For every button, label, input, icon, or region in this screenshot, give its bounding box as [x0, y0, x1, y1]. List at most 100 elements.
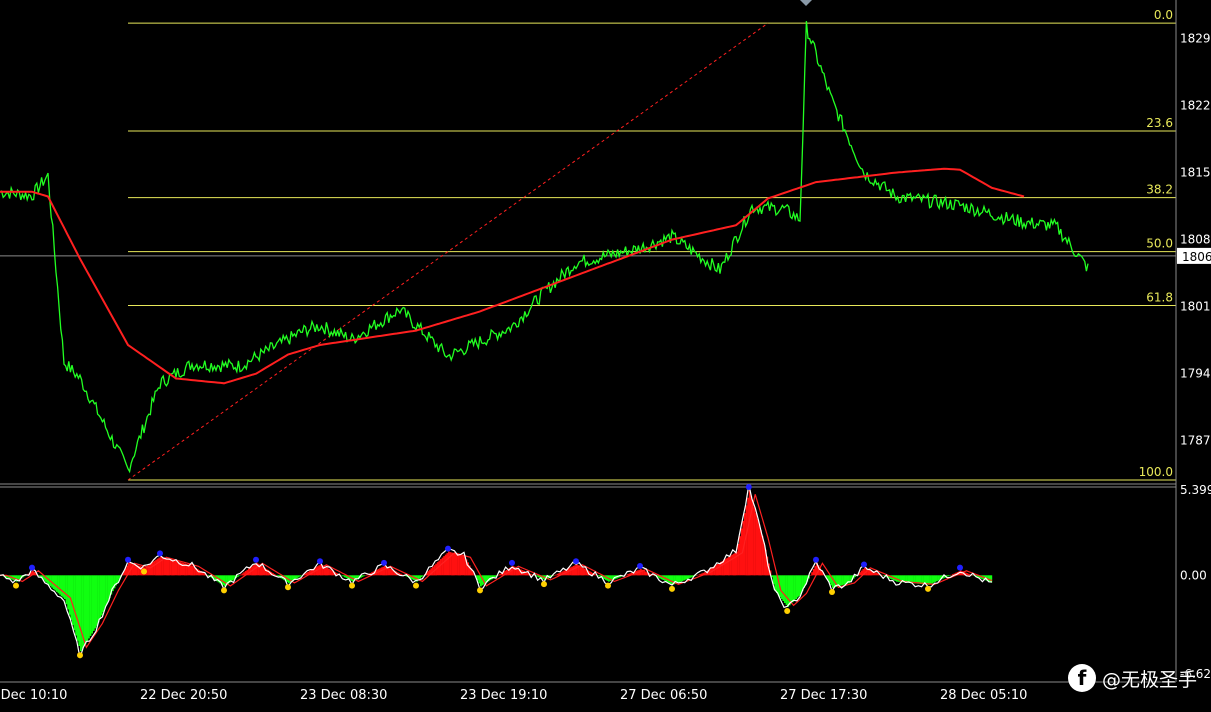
- oscillator-bar: [387, 567, 389, 576]
- oscillator-bar: [814, 565, 817, 576]
- oscillator-bar: [88, 575, 90, 639]
- price-axis-tick-label: 1794: [1180, 367, 1211, 381]
- oscillator-bar: [380, 567, 383, 576]
- oscillator-bar: [737, 543, 740, 576]
- oscillator-bar: [793, 575, 796, 601]
- oscillator-bar: [681, 575, 684, 581]
- oscillator-bar: [158, 557, 161, 576]
- oscillator-bar: [456, 554, 458, 576]
- oscillator-bar: [569, 567, 572, 576]
- oscillator-bar: [52, 575, 55, 590]
- fib-level-label-3: 50.0: [1146, 237, 1173, 251]
- oscillator-bar: [574, 565, 577, 576]
- oscillator-bar: [86, 575, 89, 642]
- oscillator-low-marker: [413, 582, 419, 589]
- oscillator-bar: [190, 565, 193, 576]
- oscillator-bar: [796, 575, 799, 598]
- oscillator-bar: [716, 564, 719, 576]
- oscillator-bar: [683, 575, 685, 581]
- oscillator-bar: [64, 575, 66, 599]
- oscillator-bar: [446, 553, 449, 576]
- chart-canvas: 0.0 23.6 38.2 50.0 61.8 100.0 1829 1822 1815 180…: [0, 0, 1211, 712]
- oscillator-bar: [104, 575, 106, 609]
- oscillator-bar: [670, 575, 673, 584]
- oscillator-bar: [875, 572, 877, 576]
- oscillator-low-marker: [77, 652, 83, 659]
- oscillator-bar: [328, 568, 330, 576]
- time-axis-tick-label: 22 Dec 10:10: [0, 688, 67, 703]
- time-axis-tick-label: 27 Dec 17:30: [780, 688, 867, 703]
- oscillator-bar: [83, 575, 85, 647]
- oscillator-bar: [571, 566, 573, 576]
- price-axis-tick-label: 1787: [1180, 434, 1211, 448]
- oscillator-bar: [448, 551, 450, 576]
- oscillator-bar: [171, 559, 173, 576]
- oscillator-bar: [790, 575, 793, 604]
- oscillator-bar: [739, 536, 741, 576]
- oscillator-bar: [174, 560, 177, 576]
- oscillator-bar: [572, 565, 575, 576]
- oscillator-bar: [937, 575, 940, 581]
- oscillator-bar: [65, 575, 68, 605]
- oscillator-high-marker: [861, 561, 867, 568]
- oscillator-bar: [811, 572, 813, 576]
- oscillator-bar: [364, 575, 367, 576]
- oscillator-bar: [163, 557, 165, 576]
- oscillator-bar: [678, 575, 681, 583]
- oscillator-bar: [798, 575, 801, 596]
- oscillator-bar: [686, 575, 689, 580]
- oscillator-bar: [72, 575, 74, 626]
- oscillator-bar: [326, 567, 329, 576]
- oscillator-bar: [148, 564, 151, 576]
- oscillator-high-marker: [445, 545, 451, 552]
- oscillator-low-marker: [605, 582, 611, 589]
- oscillator-low-marker: [221, 587, 227, 594]
- oscillator-bar: [459, 555, 461, 576]
- oscillator-bar: [166, 558, 169, 576]
- oscillator-bar: [780, 575, 783, 599]
- oscillator-bar: [950, 574, 953, 576]
- oscillator-bar: [100, 575, 103, 616]
- oscillator-bar: [555, 574, 557, 576]
- oscillator-bar: [745, 505, 748, 576]
- oscillator-bar: [89, 575, 92, 636]
- oscillator-bar: [932, 575, 935, 583]
- oscillator-bar: [582, 567, 585, 576]
- oscillator-bar: [316, 566, 319, 576]
- oscillator-bar: [462, 555, 465, 576]
- oscillator-bar: [840, 575, 842, 586]
- oscillator-bar: [254, 563, 257, 576]
- oscillator-bar: [688, 575, 690, 579]
- oscillator-bar: [102, 575, 105, 612]
- oscillator-bar: [240, 574, 242, 576]
- oscillator-bar: [931, 575, 933, 584]
- oscillator-bar: [758, 524, 761, 576]
- oscillator-bar: [841, 575, 844, 586]
- oscillator-bar: [198, 570, 201, 576]
- oscillator-bar: [728, 556, 730, 576]
- oscillator-bar: [652, 575, 655, 576]
- time-axis-tick-label: 28 Dec 05:10: [940, 688, 1027, 703]
- oscillator-bar: [443, 556, 445, 576]
- oscillator-bar: [241, 573, 244, 576]
- oscillator-bar: [329, 569, 332, 576]
- oscillator-bar: [420, 575, 423, 578]
- oscillator-bar: [526, 572, 529, 576]
- oscillator-bar: [222, 575, 225, 586]
- oscillator-bar: [366, 574, 369, 576]
- oscillator-bar: [760, 530, 762, 576]
- oscillator-bar: [684, 575, 687, 580]
- oscillator-bar: [73, 575, 76, 631]
- oscillator-bar: [729, 555, 732, 576]
- oscillator-low-marker: [477, 587, 483, 594]
- oscillator-bar: [724, 558, 727, 576]
- oscillator-bar: [297, 575, 300, 578]
- oscillator-bar: [75, 575, 77, 636]
- fib-level-label-4: 61.8: [1146, 290, 1173, 304]
- oscillator-bar: [726, 557, 729, 576]
- oscillator-low-marker: [141, 568, 147, 575]
- oscillator-bar: [785, 575, 788, 605]
- oscillator-bar: [38, 575, 41, 577]
- oscillator-bar: [441, 557, 444, 576]
- oscillator-bar: [795, 575, 797, 599]
